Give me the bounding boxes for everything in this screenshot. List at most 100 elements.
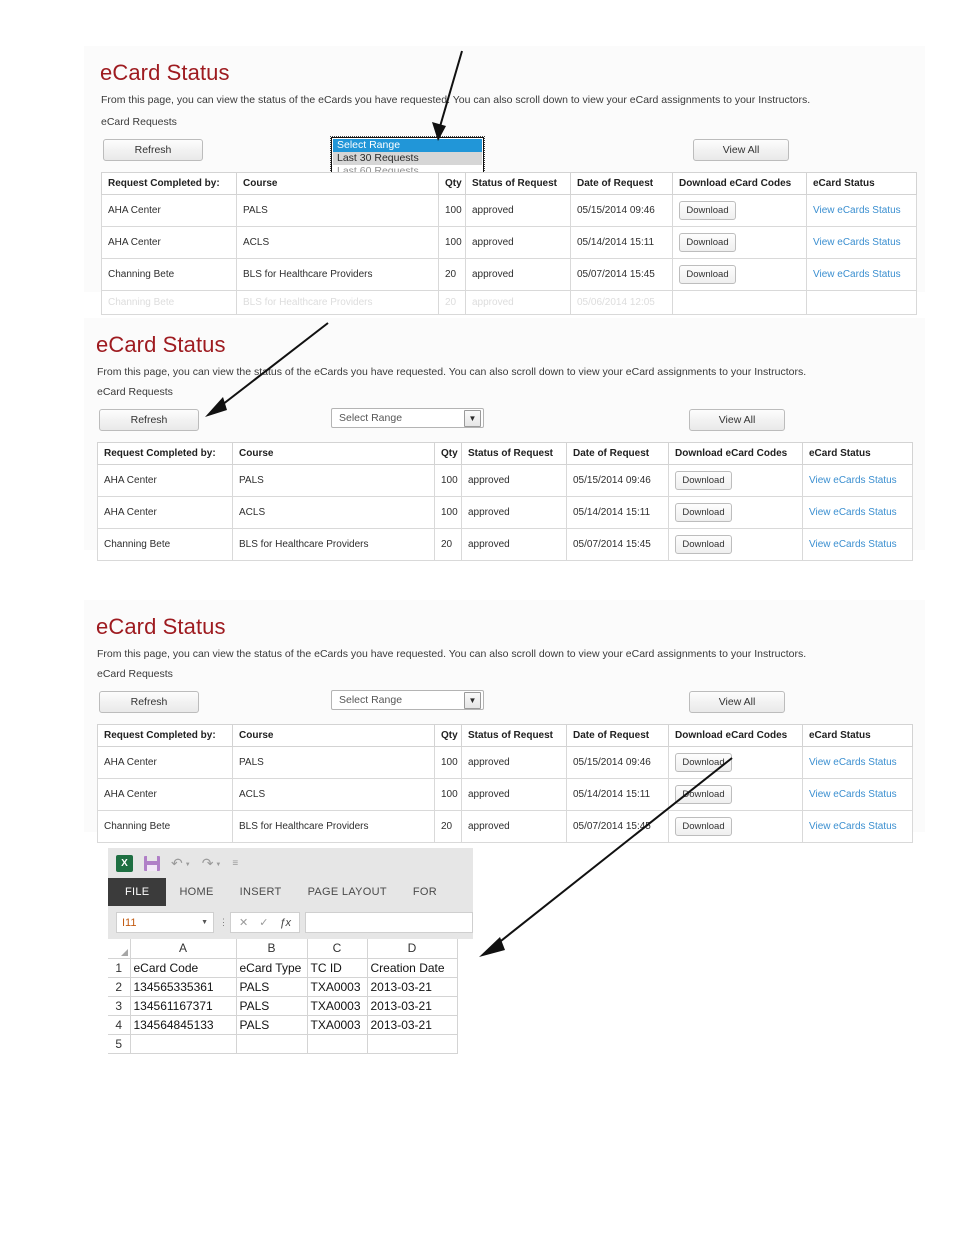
row-header-3[interactable]: 3 <box>108 995 131 1016</box>
cell-date: 05/14/2014 15:11 <box>566 778 669 811</box>
cell-course: BLS for Healthcare Providers <box>232 528 435 561</box>
cell-c1[interactable]: TC ID <box>306 957 368 978</box>
row-header-4[interactable]: 4 <box>108 1014 131 1035</box>
cell-a2[interactable]: 134565335361 <box>129 976 237 997</box>
th-course: Course <box>236 172 439 195</box>
confirm-icon[interactable]: ✓ <box>259 916 268 929</box>
cell-b2[interactable]: PALS <box>235 976 308 997</box>
cell-d5[interactable] <box>366 1033 458 1054</box>
cell-a4[interactable]: 134564845133 <box>129 1014 237 1035</box>
cell-c5[interactable] <box>306 1033 368 1054</box>
download-button[interactable]: Download <box>675 785 732 804</box>
cancel-icon[interactable]: ✕ <box>239 916 248 929</box>
th-course: Course <box>232 724 435 747</box>
cell-c4[interactable]: TXA0003 <box>306 1014 368 1035</box>
column-header-a[interactable]: A <box>129 939 237 959</box>
cell-a3[interactable]: 134561167371 <box>129 995 237 1016</box>
view-ecards-status-link[interactable]: View eCards Status <box>809 539 897 550</box>
quick-access-toolbar: X ↶ ▼ ↷ ▼ ≡ <box>108 848 473 878</box>
sheet-row: 2 134565335361 PALS TXA0003 2013-03-21 <box>108 976 458 997</box>
insert-function-icon[interactable]: ƒx <box>279 917 291 929</box>
table-row: AHA Center PALS 100 approved 05/15/2014 … <box>101 194 917 227</box>
view-ecards-status-link[interactable]: View eCards Status <box>813 205 901 216</box>
cell-d4[interactable]: 2013-03-21 <box>366 1014 458 1035</box>
tab-page-layout[interactable]: PAGE LAYOUT <box>295 878 400 906</box>
refresh-button[interactable]: Refresh <box>103 139 203 161</box>
download-button[interactable]: Download <box>675 535 732 554</box>
view-all-button[interactable]: View All <box>689 691 785 713</box>
cell-c3[interactable]: TXA0003 <box>306 995 368 1016</box>
view-ecards-status-link[interactable]: View eCards Status <box>809 757 897 768</box>
cell-d3[interactable]: 2013-03-21 <box>366 995 458 1016</box>
refresh-button[interactable]: Refresh <box>99 409 199 431</box>
row-header-1[interactable]: 1 <box>108 957 131 978</box>
dropdown-option-select-range[interactable]: Select Range <box>333 139 482 152</box>
view-ecards-status-link[interactable]: View eCards Status <box>809 789 897 800</box>
download-button[interactable]: Download <box>679 201 736 220</box>
more-options-icon[interactable]: ⋮ <box>219 918 228 927</box>
chevron-down-icon[interactable]: ▼ <box>464 691 481 709</box>
cell-a5[interactable] <box>129 1033 237 1054</box>
column-header-b[interactable]: B <box>235 939 308 959</box>
redo-icon[interactable]: ↷ ▼ <box>202 855 222 872</box>
tab-insert[interactable]: INSERT <box>227 878 295 906</box>
cell-d2[interactable]: 2013-03-21 <box>366 976 458 997</box>
cell-date: 05/14/2014 15:11 <box>570 226 673 259</box>
select-all-corner[interactable] <box>108 939 131 959</box>
cell-a1[interactable]: eCard Code <box>129 957 237 978</box>
download-button[interactable]: Download <box>675 503 732 522</box>
table-row: AHA Center ACLS 100 approved 05/14/2014 … <box>97 778 913 811</box>
chevron-down-icon[interactable]: ▼ <box>201 919 208 926</box>
cell-b3[interactable]: PALS <box>235 995 308 1016</box>
view-ecards-status-link[interactable]: View eCards Status <box>809 475 897 486</box>
select-range-dropdown[interactable]: Select Range ▼ <box>331 408 484 428</box>
cell-qty: 100 <box>434 464 462 497</box>
cell-date: 05/14/2014 15:11 <box>566 496 669 529</box>
cell-b4[interactable]: PALS <box>235 1014 308 1035</box>
view-ecards-status-link[interactable]: View eCards Status <box>809 507 897 518</box>
view-all-button[interactable]: View All <box>689 409 785 431</box>
tab-formulas[interactable]: FOR <box>400 878 450 906</box>
column-header-c[interactable]: C <box>306 939 368 959</box>
row-header-2[interactable]: 2 <box>108 976 131 997</box>
page-title: eCard Status <box>96 614 226 639</box>
cell-date: 05/06/2014 12:05 <box>570 290 673 315</box>
view-all-button[interactable]: View All <box>693 139 789 161</box>
cell-qty: 20 <box>438 258 466 291</box>
cell-b5[interactable] <box>235 1033 308 1054</box>
download-button[interactable]: Download <box>675 753 732 772</box>
table-row: AHA Center ACLS 100 approved 05/14/2014 … <box>101 226 917 259</box>
refresh-button[interactable]: Refresh <box>99 691 199 713</box>
dropdown-option-last-30[interactable]: Last 30 Requests <box>333 152 482 165</box>
cell-ecard-status: View eCards Status <box>806 226 917 259</box>
tab-file[interactable]: FILE <box>108 878 167 906</box>
cell-ecard-status: View eCards Status <box>806 194 917 227</box>
undo-icon[interactable]: ↶ ▼ <box>171 855 191 872</box>
cell-b1[interactable]: eCard Type <box>235 957 308 978</box>
cell-d1[interactable]: Creation Date <box>366 957 458 978</box>
ecard-status-panel-2: eCard Status From this page, you can vie… <box>84 318 925 561</box>
download-button[interactable]: Download <box>679 265 736 284</box>
cell-download: Download <box>672 258 807 291</box>
tab-home[interactable]: HOME <box>166 878 226 906</box>
column-header-d[interactable]: D <box>366 939 458 959</box>
chevron-down-icon[interactable]: ▼ <box>464 409 481 427</box>
view-ecards-status-link[interactable]: View eCards Status <box>813 269 901 280</box>
table-row: Channing Bete BLS for Healthcare Provide… <box>101 258 917 291</box>
select-range-dropdown[interactable]: Select Range ▼ <box>331 690 484 710</box>
view-ecards-status-link[interactable]: View eCards Status <box>813 237 901 248</box>
download-button[interactable]: Download <box>679 233 736 252</box>
view-ecards-status-link[interactable]: View eCards Status <box>809 821 897 832</box>
row-header-5[interactable]: 5 <box>108 1033 131 1054</box>
name-box[interactable]: I11 ▼ <box>116 912 214 933</box>
formula-input[interactable] <box>305 912 473 933</box>
table-row: AHA Center PALS 100 approved 05/15/2014 … <box>97 464 913 497</box>
table-row: Channing Bete BLS for Healthcare Provide… <box>97 528 913 561</box>
cell-c2[interactable]: TXA0003 <box>306 976 368 997</box>
cell-qty: 100 <box>434 746 462 779</box>
customize-quick-access-icon[interactable]: ≡ <box>232 858 238 869</box>
save-icon[interactable] <box>144 855 160 871</box>
sheet-row: 5 <box>108 1033 458 1054</box>
download-button[interactable]: Download <box>675 817 732 836</box>
download-button[interactable]: Download <box>675 471 732 490</box>
